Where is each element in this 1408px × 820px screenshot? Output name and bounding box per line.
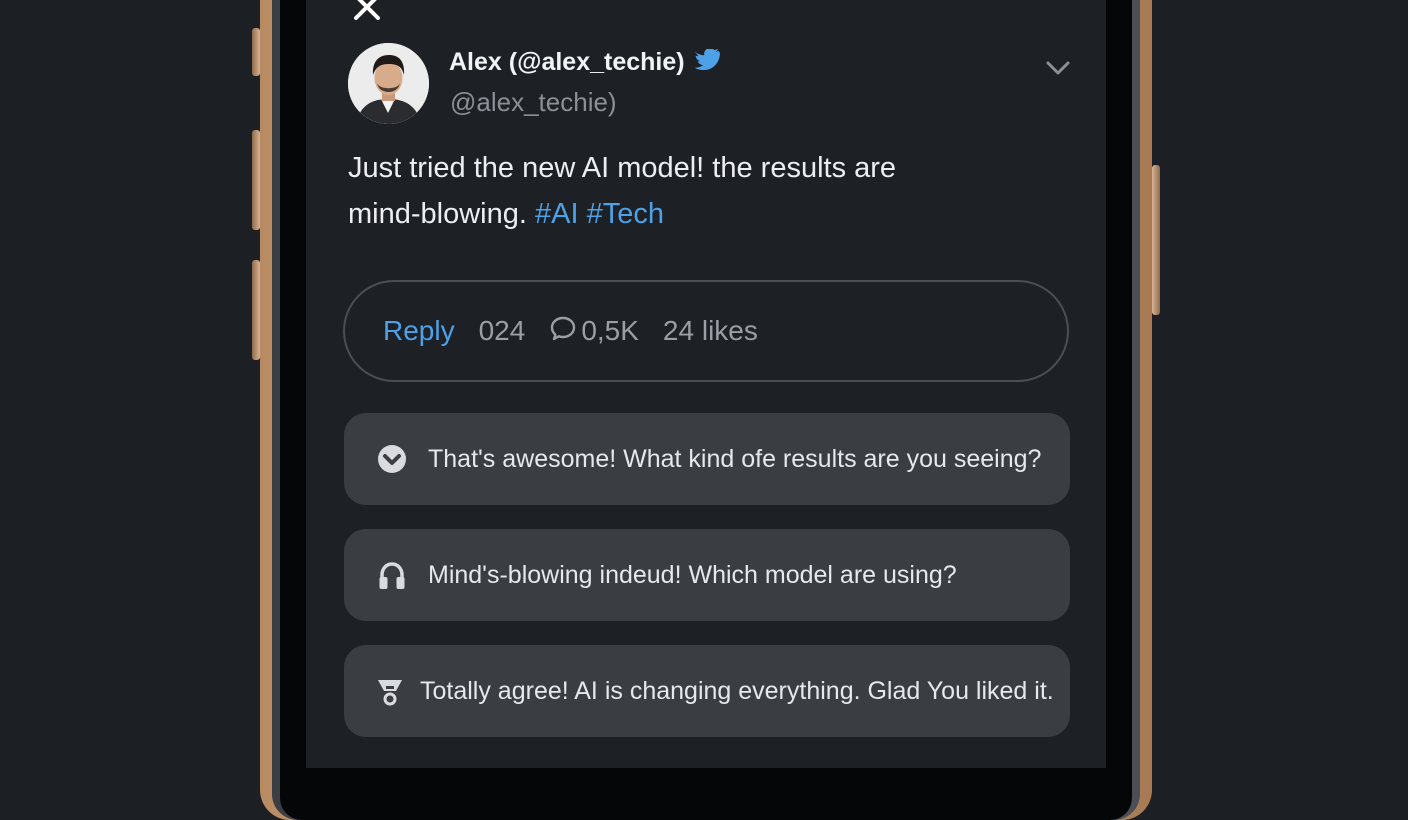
twitter-bird-icon: [692, 48, 721, 76]
likes-count[interactable]: 24 likes: [663, 315, 758, 347]
tweet-actions-bar: Reply 024 0,5K 24 likes: [343, 280, 1069, 382]
comment-count: 0,5K: [581, 315, 639, 346]
phone-volume-up-button: [252, 130, 260, 230]
phone-power-button: [1152, 165, 1160, 315]
suggested-reply-text: Totally agree! AI is changing everything…: [420, 676, 1054, 705]
suggested-reply-2[interactable]: Mind's-blowing indeud! Which model are u…: [344, 529, 1070, 621]
suggested-reply-3[interactable]: Totally agree! AI is changing everything…: [344, 645, 1070, 737]
phone-volume-down-button: [252, 260, 260, 360]
hashtag-ai[interactable]: #AI: [535, 198, 579, 230]
author-handle[interactable]: @alex_techie): [450, 87, 617, 118]
comment-stat[interactable]: 0,5K: [549, 314, 639, 349]
close-icon[interactable]: [352, 0, 382, 22]
avatar[interactable]: [348, 43, 429, 124]
comment-icon: [549, 314, 577, 349]
chevron-down-icon[interactable]: [1044, 56, 1072, 80]
suggested-reply-1[interactable]: That's awesome! What kind ofe results ar…: [344, 413, 1070, 505]
tweet-text-line-2-prefix: mind-blowing.: [348, 198, 527, 230]
tweet-text-line-2: mind-blowing. #AI #Tech: [348, 191, 1048, 237]
phone-side-button: [252, 28, 260, 76]
chat-check-icon: [376, 443, 408, 475]
suggested-reply-text: That's awesome! What kind ofe results ar…: [428, 444, 1042, 473]
suggested-reply-text: Mind's-blowing indeud! Which model are u…: [428, 560, 957, 589]
tweet-text-line-1: Just tried the new AI model! the results…: [348, 152, 897, 184]
headphones-icon: [376, 559, 408, 591]
trophy-icon: [374, 675, 406, 707]
reply-button[interactable]: Reply: [383, 315, 455, 347]
tweet-text: Just tried the new AI model! the results…: [348, 145, 1048, 237]
author-name[interactable]: Alex (@alex_techie): [449, 48, 685, 77]
hashtag-tech[interactable]: #Tech: [587, 198, 664, 230]
retweet-count[interactable]: 024: [479, 315, 526, 347]
